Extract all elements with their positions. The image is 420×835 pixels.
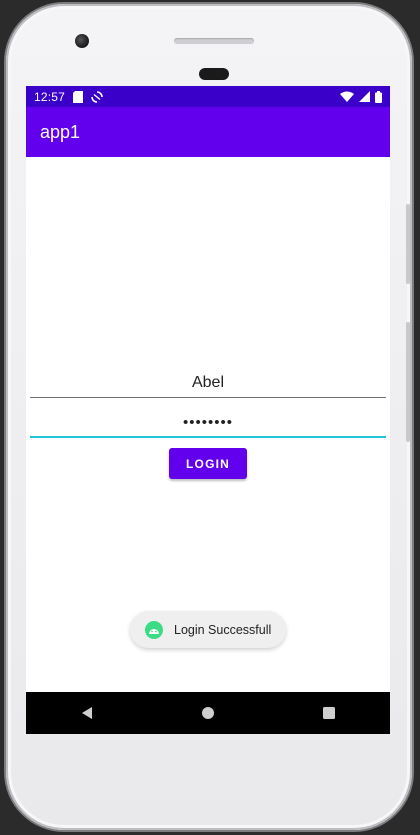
- front-camera: [75, 34, 89, 48]
- power-button: [406, 322, 410, 442]
- back-icon[interactable]: [67, 693, 107, 733]
- sync-icon: [91, 90, 103, 103]
- toast-message: Login Successfull: [130, 611, 286, 648]
- volume-button: [406, 204, 410, 284]
- sd-card-icon: [73, 90, 84, 103]
- login-button[interactable]: LOGIN: [169, 448, 247, 479]
- earpiece: [199, 68, 229, 80]
- android-icon: [145, 620, 163, 639]
- username-field[interactable]: Abel: [30, 368, 386, 398]
- recents-icon[interactable]: [309, 693, 349, 733]
- home-icon[interactable]: [188, 693, 228, 733]
- wifi-icon: [340, 91, 354, 102]
- app-screen: 12:57 app1 Abel •••••••• LOGIN Login Suc…: [26, 86, 390, 734]
- app-title: app1: [40, 121, 81, 142]
- battery-icon: [375, 90, 382, 103]
- signal-icon: [359, 91, 370, 102]
- password-field[interactable]: ••••••••: [30, 408, 386, 438]
- status-bar: 12:57: [26, 86, 390, 107]
- app-bar: app1: [26, 107, 390, 157]
- navigation-bar: [26, 692, 390, 734]
- toast-text: Login Successfull: [174, 622, 272, 637]
- status-time: 12:57: [34, 89, 66, 104]
- top-speaker: [174, 38, 254, 44]
